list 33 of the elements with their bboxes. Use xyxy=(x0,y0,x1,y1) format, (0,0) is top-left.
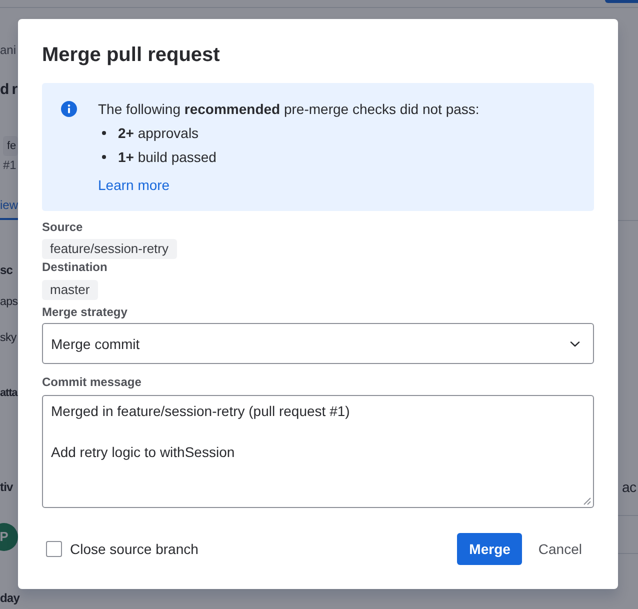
body-text: sky xyxy=(0,331,16,346)
info-icon xyxy=(61,101,77,117)
bullet-icon xyxy=(102,131,106,135)
branch-name: feature/session-retry xyxy=(42,239,176,259)
merge-button[interactable]: Merge xyxy=(457,533,522,565)
body-text: aps xyxy=(0,295,18,310)
field-label: Source xyxy=(42,219,83,235)
cancel-button[interactable]: Cancel xyxy=(526,533,594,565)
check-item: 2+ approvals xyxy=(118,124,199,143)
dialog-title: Merge pull request xyxy=(42,43,220,67)
field-label: Merge strategy xyxy=(42,304,128,320)
checkbox-label[interactable]: Close source branch xyxy=(70,539,198,559)
bullet-icon xyxy=(102,155,106,159)
section-heading: sc xyxy=(0,262,13,278)
learn-more-link[interactable]: Learn more xyxy=(98,173,170,197)
resize-handle-icon[interactable] xyxy=(583,497,591,505)
branch-label: fe xyxy=(3,136,18,156)
notice-message: The following recommended pre-merge checks did not pass: xyxy=(98,100,480,119)
merge-strategy-select[interactable]: Merge commit xyxy=(42,323,594,364)
section-heading: tiv xyxy=(0,479,13,495)
page-title: d r xyxy=(0,80,17,100)
body-text: ac xyxy=(622,479,636,495)
checkbox[interactable] xyxy=(46,541,62,557)
avatar: P xyxy=(0,523,18,551)
commit-message-field[interactable]: Merged in feature/session-retry (pull request #1) Add retry logic to withSession xyxy=(42,395,594,508)
check-item: 1+ build passed xyxy=(118,148,216,167)
field-label: Destination xyxy=(42,259,108,275)
section-heading: atta xyxy=(0,386,18,401)
breadcrumb-text[interactable]: ani xyxy=(0,42,16,58)
field-label: Commit message xyxy=(42,374,142,390)
pull-request-number: #1 xyxy=(3,157,16,173)
section-heading: day xyxy=(0,590,20,606)
branch-name: master xyxy=(42,280,98,300)
